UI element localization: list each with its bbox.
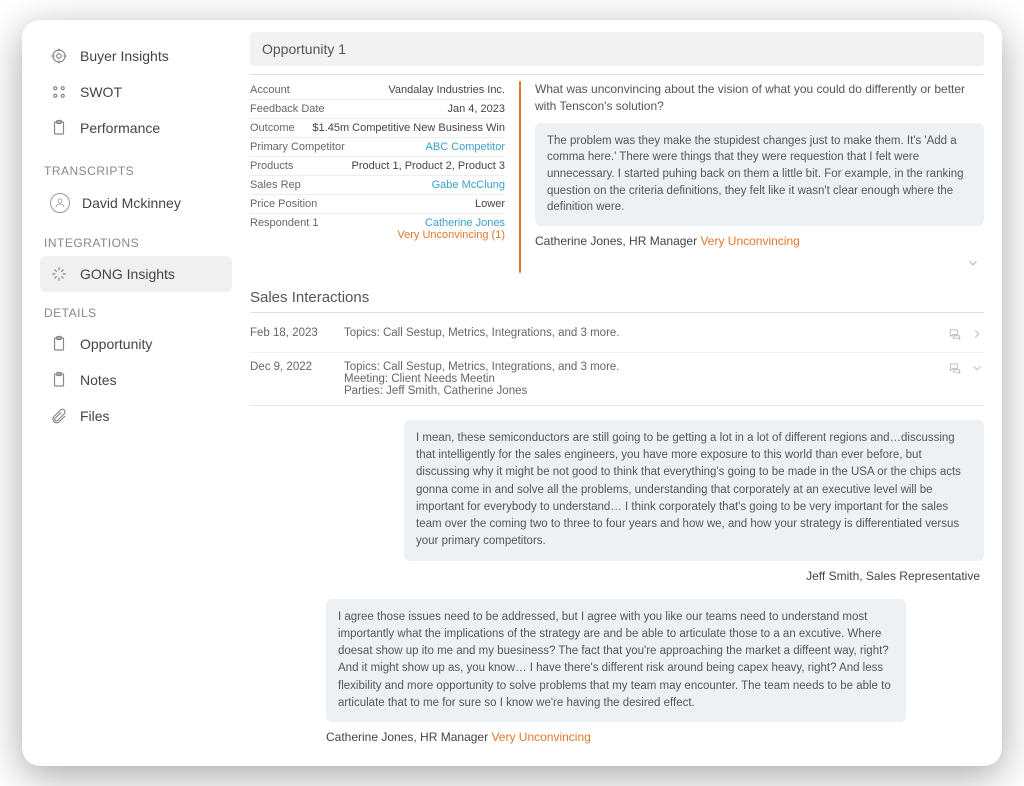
field-sales-rep: Sales Rep Gabe McClung [250, 176, 505, 195]
field-value: Jan 4, 2023 [448, 103, 506, 115]
message-right: I mean, these semiconductors are still g… [250, 420, 984, 561]
chat-icon[interactable] [948, 361, 962, 378]
interaction-date: Feb 18, 2023 [250, 327, 322, 339]
sidebar: Buyer Insights SWOT Performance TRANSCRI… [22, 20, 242, 766]
field-feedback-date: Feedback Date Jan 4, 2023 [250, 100, 505, 119]
opportunity-fields: Account Vandalay Industries Inc. Feedbac… [250, 81, 505, 273]
nav-label: SWOT [80, 84, 122, 100]
nav-label: Files [80, 408, 110, 424]
nav-label: Buyer Insights [80, 48, 169, 64]
nav-gong-insights[interactable]: GONG Insights [40, 256, 232, 292]
field-key: Account [250, 84, 290, 96]
nav-group-top: Buyer Insights SWOT Performance [40, 38, 232, 146]
section-header-integrations: INTEGRATIONS [44, 236, 232, 250]
nav-label: Opportunity [80, 336, 152, 352]
interaction-topics: Topics: Call Sestup, Metrics, Integratio… [344, 327, 926, 339]
interaction-details: Topics: Call Sestup, Metrics, Integratio… [344, 361, 926, 397]
summary-panel: Account Vandalay Industries Inc. Feedbac… [250, 74, 984, 273]
nav-label: Performance [80, 120, 160, 136]
attribution-tag: Very Unconvincing [700, 234, 799, 248]
section-header-transcripts: TRANSCRIPTS [44, 164, 232, 178]
field-key: Products [250, 160, 293, 172]
vision-quote: The problem was they make the stupidest … [535, 123, 984, 226]
app-frame: Buyer Insights SWOT Performance TRANSCRI… [22, 20, 1002, 766]
main-content: Opportunity 1 Account Vandalay Industrie… [242, 20, 1002, 766]
message-caption: Catherine Jones, HR Manager Very Unconvi… [326, 728, 984, 746]
nav-performance[interactable]: Performance [40, 110, 232, 146]
nav-files[interactable]: Files [40, 398, 232, 434]
transcript-person[interactable]: David Mckinney [40, 184, 232, 222]
field-primary-competitor: Primary Competitor ABC Competitor [250, 138, 505, 157]
interaction-date: Dec 9, 2022 [250, 361, 322, 373]
field-key: Outcome [250, 122, 295, 134]
field-respondent: Respondent 1 Catherine Jones Very Unconv… [250, 214, 505, 244]
collapse-toggle[interactable] [535, 256, 980, 273]
chevron-right-icon[interactable] [970, 327, 984, 344]
transcript: I mean, these semiconductors are still g… [250, 420, 984, 746]
message-bubble: I agree those issues need to be addresse… [326, 599, 906, 723]
field-products: Products Product 1, Product 2, Product 3 [250, 157, 505, 176]
interaction-meeting: Meeting: Client Needs Meetin [344, 373, 926, 385]
nav-opportunity[interactable]: Opportunity [40, 326, 232, 362]
field-key: Primary Competitor [250, 141, 345, 153]
clipboard-icon [50, 371, 68, 389]
field-key: Sales Rep [250, 179, 301, 191]
field-value: $1.45m Competitive New Business Win [312, 122, 505, 134]
nav-label: Notes [80, 372, 117, 388]
field-key: Price Position [250, 198, 317, 210]
interaction-row[interactable]: Dec 9, 2022 Topics: Call Sestup, Metrics… [250, 353, 984, 406]
section-sales-interactions: Sales Interactions [250, 289, 984, 313]
caption-tag: Very Unconvincing [491, 730, 590, 744]
target-icon [50, 47, 68, 65]
clipboard-icon [50, 119, 68, 137]
attachment-icon [50, 407, 68, 425]
field-value-link[interactable]: Catherine Jones [397, 217, 505, 229]
chevron-down-icon[interactable] [970, 361, 984, 378]
field-outcome: Outcome $1.45m Competitive New Business … [250, 119, 505, 138]
chat-icon[interactable] [948, 327, 962, 344]
clipboard-icon [50, 335, 68, 353]
nav-notes[interactable]: Notes [40, 362, 232, 398]
field-value-link[interactable]: Gabe McClung [432, 179, 505, 191]
vision-question: What was unconvincing about the vision o… [535, 81, 984, 115]
grid-dots-icon [50, 83, 68, 101]
sparkle-icon [50, 265, 68, 283]
interaction-row[interactable]: Feb 18, 2023 Topics: Call Sestup, Metric… [250, 319, 984, 353]
field-value: Vandalay Industries Inc. [388, 84, 505, 96]
avatar-icon [50, 193, 70, 213]
field-value: Lower [475, 198, 505, 210]
nav-buyer-insights[interactable]: Buyer Insights [40, 38, 232, 74]
nav-label: GONG Insights [80, 266, 175, 282]
section-header-details: DETAILS [44, 306, 232, 320]
nav-label: David Mckinney [82, 195, 181, 211]
interaction-topics: Topics: Call Sestup, Metrics, Integratio… [344, 361, 926, 373]
field-account: Account Vandalay Industries Inc. [250, 81, 505, 100]
page-title: Opportunity 1 [250, 32, 984, 66]
message-caption: Jeff Smith, Sales Representative [250, 567, 980, 585]
nav-swot[interactable]: SWOT [40, 74, 232, 110]
field-key: Feedback Date [250, 103, 325, 115]
field-key: Respondent 1 [250, 217, 319, 241]
vertical-divider [519, 81, 521, 273]
message-left: I agree those issues need to be addresse… [326, 599, 984, 723]
attribution-name: Catherine Jones, HR Manager [535, 234, 697, 248]
field-tag: Very Unconvincing (1) [397, 229, 505, 241]
field-value-link[interactable]: ABC Competitor [426, 141, 505, 153]
interaction-parties: Parties: Jeff Smith, Catherine Jones [344, 385, 926, 397]
field-price-position: Price Position Lower [250, 195, 505, 214]
vision-attribution: Catherine Jones, HR Manager Very Unconvi… [535, 234, 984, 248]
vision-block: What was unconvincing about the vision o… [535, 81, 984, 273]
message-bubble: I mean, these semiconductors are still g… [404, 420, 984, 561]
caption-name: Catherine Jones, HR Manager [326, 730, 488, 744]
field-value: Product 1, Product 2, Product 3 [352, 160, 505, 172]
